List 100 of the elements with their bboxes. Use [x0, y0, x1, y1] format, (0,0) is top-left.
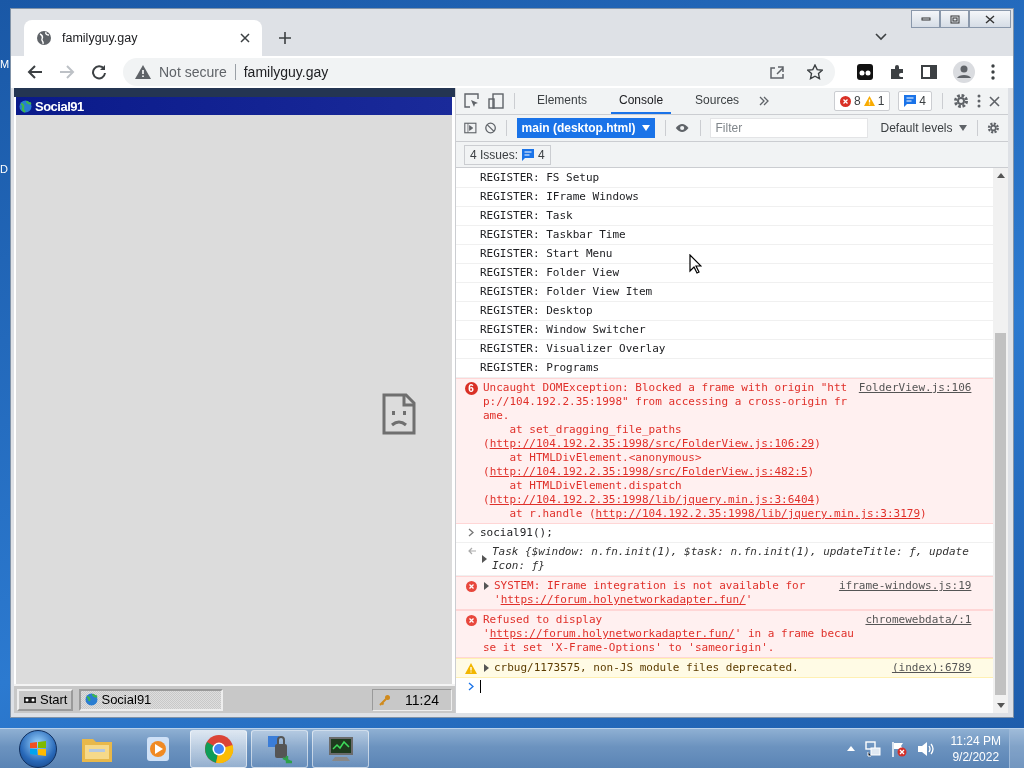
close-button[interactable]	[969, 10, 1011, 28]
error-message: Refused to display 'https://forum.holynetworkadapter.fun/' in a frame because it set 'X-Frame-Options' to 'sameorigin'.	[483, 613, 855, 655]
extension-icon[interactable]	[857, 64, 873, 80]
tab-title: familyguy.gay	[62, 31, 139, 45]
share-icon[interactable]	[769, 64, 785, 80]
url-link[interactable]: http://104.192.2.35:1998/lib/jquery.min.js:3:6404	[489, 493, 815, 506]
scrollbar-thumb[interactable]	[995, 333, 1006, 695]
new-tab-icon[interactable]	[278, 31, 292, 45]
inspect-icon[interactable]	[464, 93, 480, 109]
prompt-chevron-icon	[468, 682, 474, 691]
globe-icon	[36, 30, 52, 46]
url-link[interactable]: http://104.192.2.35:1998/src/FolderView.js:106:29	[489, 437, 815, 450]
console-log-text: REGISTER: Task	[480, 209, 573, 223]
error-icon	[465, 615, 477, 626]
source-link[interactable]: (index):6789	[891, 661, 972, 674]
clear-console-icon[interactable]	[484, 121, 496, 135]
avatar-icon[interactable]	[953, 61, 975, 83]
minimize-button[interactable]	[911, 10, 940, 28]
taskbar-app-button[interactable]	[312, 729, 369, 768]
console-log-text: REGISTER: Visualizer Overlay	[480, 342, 666, 356]
collapsed-triangle-icon[interactable]	[481, 555, 488, 563]
source-link[interactable]: FolderView.js:106	[858, 381, 972, 394]
url-link[interactable]: https://forum.holynetworkadapter.fun/	[500, 593, 746, 606]
side-panel-icon[interactable]	[921, 64, 937, 80]
console-log-text: REGISTER: Folder View Item	[480, 285, 653, 299]
eye-icon[interactable]	[675, 122, 690, 134]
browser-tab[interactable]: familyguy.gay	[24, 20, 262, 56]
repeat-count-badge: 6	[464, 382, 478, 395]
url-link[interactable]: http://104.192.2.35:1998/src/FolderView.js:482:5	[489, 465, 808, 478]
scroll-up-icon[interactable]	[996, 172, 1005, 178]
puzzle-icon[interactable]	[889, 64, 905, 80]
warning-icon	[465, 663, 477, 674]
log-levels-dropdown[interactable]: Default levels	[880, 121, 967, 135]
kebab-menu-icon[interactable]	[991, 64, 995, 80]
collapsed-triangle-icon[interactable]	[483, 582, 490, 590]
close-icon[interactable]	[989, 95, 1000, 107]
console-log-text: REGISTER: FS Setup	[480, 171, 600, 185]
filter-input[interactable]: Filter	[710, 118, 869, 138]
address-bar[interactable]: Not secure familyguy.gay	[123, 58, 835, 86]
restore-button[interactable]	[940, 10, 969, 28]
console-log-text: REGISTER: Desktop	[480, 304, 593, 318]
collapsed-triangle-icon[interactable]	[483, 664, 490, 672]
console-log-text: REGISTER: Window Switcher	[480, 323, 646, 337]
flag-alert-icon[interactable]	[890, 740, 907, 757]
globe-icon	[19, 99, 32, 113]
error-count-button[interactable]: 8 1	[833, 91, 891, 111]
device-icon[interactable]	[488, 93, 504, 109]
network-icon[interactable]	[864, 740, 881, 757]
desktop-icon-label: M	[0, 58, 10, 71]
taskbar-app-button[interactable]	[251, 729, 308, 768]
error-message: SYSTEM: IFrame integration is not available for 'https://forum.holynetworkadapter.fun/'	[494, 579, 807, 607]
console-input-text: social91();	[480, 526, 554, 540]
warning-icon	[135, 65, 151, 79]
context-dropdown[interactable]: main (desktop.html)	[516, 118, 655, 138]
message-count-button[interactable]: 4	[898, 91, 932, 111]
clock-time: 11:24 PM	[950, 732, 1001, 749]
settings-icon[interactable]	[987, 120, 1000, 136]
close-icon	[985, 14, 995, 24]
console-result-text: Task {$window: n.fn.init(1), $task: n.fn.init(1), updateTitle: ƒ, updateIcon: ƒ}	[492, 545, 970, 573]
error-icon	[465, 581, 477, 592]
chevron-down-icon[interactable]	[875, 33, 887, 41]
mouse-cursor-icon	[689, 254, 702, 274]
security-label: Not secure	[159, 64, 227, 80]
source-link[interactable]: chromewebdata/:1	[865, 613, 972, 626]
flag-logo-icon	[29, 739, 47, 758]
show-hidden-icons-icon[interactable]	[846, 746, 855, 751]
url-link[interactable]: https://forum.holynetworkadapter.fun/	[489, 627, 735, 640]
more-tabs-icon[interactable]	[759, 96, 770, 106]
restore-icon	[949, 14, 960, 24]
sad-document-icon	[382, 393, 416, 435]
stack-frame: at HTMLDivElement.dispatch (http://104.192.2.35:1998/lib/jquery.min.js:3:6404)	[483, 479, 972, 507]
start-button[interactable]	[19, 729, 57, 768]
sidebar-icon[interactable]	[464, 121, 477, 135]
warning-icon	[863, 96, 875, 106]
console-log-text: REGISTER: Programs	[480, 361, 600, 375]
settings-icon[interactable]	[953, 93, 969, 109]
browser-icon	[203, 733, 234, 764]
start-button[interactable]: Start	[17, 688, 74, 711]
minimize-icon	[920, 17, 931, 21]
console-log-text: REGISTER: Folder View	[480, 266, 620, 280]
devtools-tab[interactable]: Elements	[529, 88, 596, 114]
url-link[interactable]: http://104.192.2.35:1998/lib/jquery.min.js:3:3179	[595, 507, 921, 520]
taskbar-button[interactable]: Social91	[79, 688, 224, 711]
close-icon[interactable]	[240, 33, 250, 43]
source-link[interactable]: iframe-windows.js:19	[838, 579, 972, 592]
speaker-icon[interactable]	[916, 740, 935, 757]
issues-button[interactable]: 4 Issues: 4	[464, 144, 551, 165]
clock-time: 11:24	[405, 691, 439, 708]
kebab-menu-icon[interactable]	[977, 94, 981, 108]
taskbar-clock[interactable]: 11:24 PM 9/2/2022	[950, 732, 1001, 765]
console-log-text: REGISTER: IFrame Windows	[480, 190, 639, 204]
back-arrow-icon[interactable]	[27, 64, 43, 80]
caret-icon	[958, 125, 967, 131]
reload-icon[interactable]	[91, 64, 107, 80]
warning-message: crbug/1173575, non-JS module files deprecated.	[494, 661, 800, 675]
scroll-down-icon[interactable]	[996, 703, 1005, 709]
devtools-tab[interactable]: Sources	[687, 88, 748, 114]
star-icon[interactable]	[807, 64, 823, 80]
error-message: Uncaught DOMException: Blocked a frame with origin "http://104.192.2.35:1998" from accessing a cross-origin frame.	[483, 381, 849, 423]
console-log-text: REGISTER: Taskbar Time	[480, 228, 626, 242]
